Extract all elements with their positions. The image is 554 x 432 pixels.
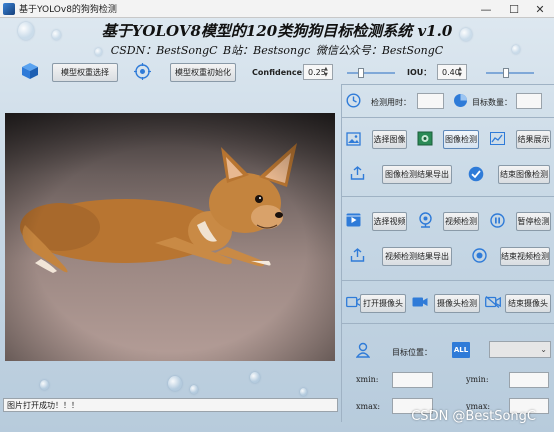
detect-image-button[interactable]: 图像检测 [443,130,479,149]
detect-camera-button[interactable]: 摄像头检测 [434,294,480,313]
detection-image-view [5,113,335,361]
panel-divider [341,84,342,422]
model-weight-init-button[interactable]: 模型权重初始化 [170,63,236,82]
all-badge-label: ALL [453,346,469,354]
camera-icon [412,297,428,307]
close-button[interactable]: ✕ [526,0,554,18]
panel-divider [341,280,554,281]
dog-photo [5,113,335,361]
export-image-result-button[interactable]: 图像检测结果导出 [382,165,452,184]
detect-time-label: 检测用时： [371,98,411,107]
webcam-icon [419,212,432,228]
select-video-button[interactable]: 选择视频 [372,212,407,231]
water-drop-decoration [190,385,198,394]
location-user-icon [356,342,370,358]
detect-time-field [417,93,444,109]
water-drop-decoration [250,372,260,383]
iou-slider-handle[interactable] [503,68,509,78]
iou-spinbox[interactable]: 0.40 ▲ ▼ [437,64,467,80]
iou-label: IOU： [407,68,432,77]
panel-divider [341,84,554,85]
image-icon [346,132,361,146]
xmax-label: xmax: [356,402,381,411]
page-subtitle: CSDN：BestSongC B站：Bestsongc 微信公众号：BestSo… [110,44,444,57]
xmin-field [392,372,433,388]
clock-icon [346,93,361,108]
select-image-button[interactable]: 选择图像 [372,130,407,149]
xmin-label: xmin: [356,375,379,384]
water-drop-decoration [40,380,49,390]
minimize-button[interactable]: — [472,0,500,18]
pie-chart-icon [454,94,467,107]
water-drop-decoration [300,388,307,396]
panel-divider [341,196,554,197]
export-icon [350,166,365,180]
confidence-spinbox[interactable]: 0.25 ▲ ▼ [303,64,333,80]
panel-divider [341,323,554,324]
water-drop-decoration [168,376,182,391]
camera-off-icon [485,296,501,308]
app-icon [3,2,15,15]
end-video-detect-button[interactable]: 结束视频检测 [500,247,550,266]
show-result-button[interactable]: 结果展示 [516,130,551,149]
confidence-label: Confidence: [252,68,306,77]
target-count-field [516,93,542,109]
page-title: 基于YOLOV8模型的120类狗狗目标检测系统 v1.0 [101,22,453,40]
all-badge-icon: ALL [452,342,470,358]
cube-icon [22,63,38,79]
end-image-detect-button[interactable]: 结束图像检测 [498,165,550,184]
detect-video-button[interactable]: 视频检测 [443,212,479,231]
chevron-down-icon: ⌄ [540,345,547,354]
panel-divider [341,117,554,118]
window-titlebar: 基于YOLOv8的狗狗检测 — ☐ ✕ [0,0,554,18]
maximize-button[interactable]: ☐ [500,0,528,18]
stop-icon [472,248,487,263]
ymin-label: ymin: [466,375,489,384]
confidence-slider[interactable] [347,68,395,78]
confidence-slider-handle[interactable] [358,68,364,78]
pause-icon [490,213,505,228]
chart-line-icon [490,132,505,145]
window-title: 基于YOLOv8的狗狗检测 [19,5,117,15]
spin-arrows-icon: ▲ ▼ [324,66,328,78]
export-video-result-button[interactable]: 视频检测结果导出 [382,247,452,266]
image-detect-icon [417,131,433,146]
ymin-field [509,372,549,388]
status-bar: 图片打开成功！！！ [3,398,338,412]
open-camera-button[interactable]: 打开摄像头 [360,294,406,313]
video-icon [346,213,361,227]
target-select-dropdown[interactable]: ⌄ [489,341,551,358]
csdn-watermark: CSDN @BestSongC [411,409,536,424]
spin-arrows-icon: ▲ ▼ [458,66,462,78]
target-position-label: 目标位置： [392,348,432,357]
check-circle-icon [468,166,484,182]
target-count-label: 目标数量： [472,98,512,107]
end-camera-button[interactable]: 结束摄像头 [505,294,551,313]
iou-slider[interactable] [486,68,534,78]
export-icon [350,248,365,262]
status-message: 图片打开成功！！！ [7,400,79,410]
pause-detect-button[interactable]: 暂停检测 [516,212,551,231]
target-icon [134,63,151,80]
model-weight-select-button[interactable]: 模型权重选择 [52,63,118,82]
